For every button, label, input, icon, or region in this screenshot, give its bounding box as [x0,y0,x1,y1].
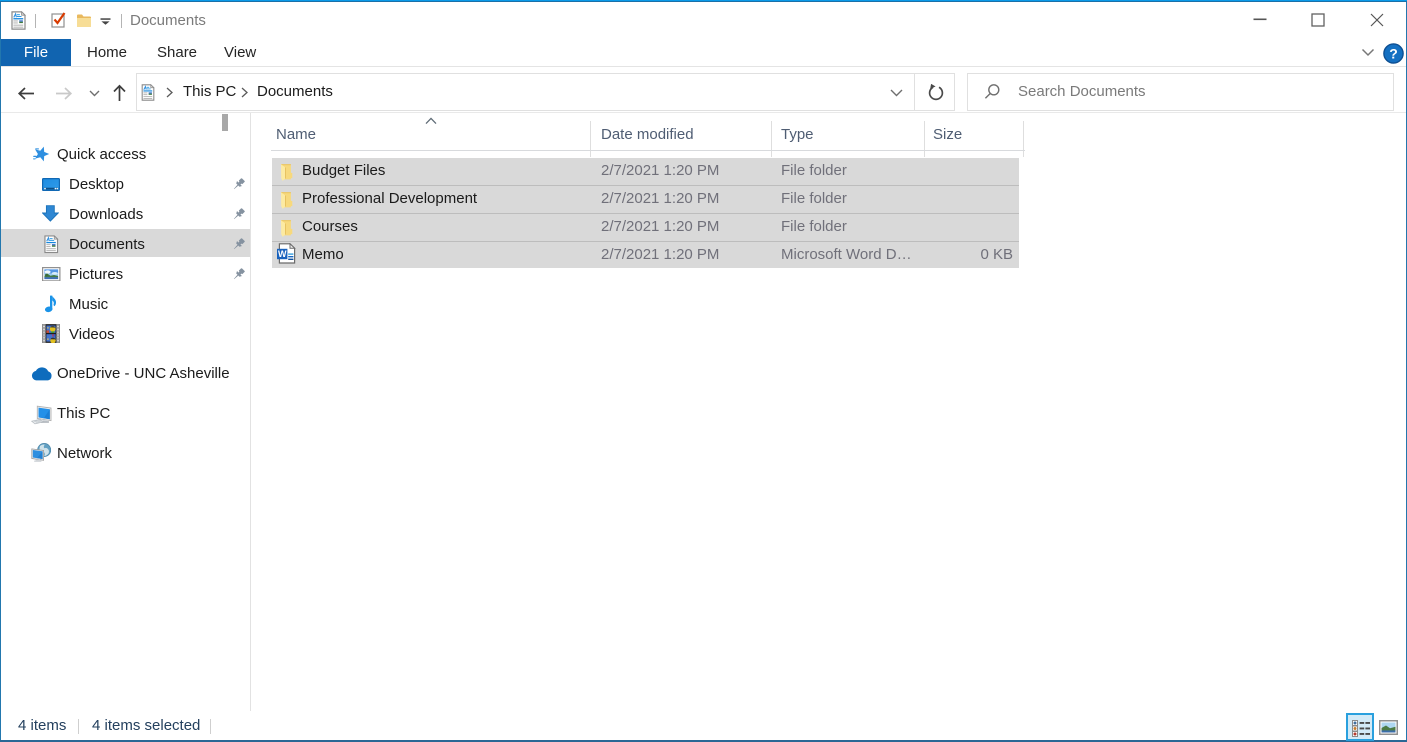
svg-text:?: ? [1389,45,1398,61]
svg-text:W: W [278,249,287,259]
